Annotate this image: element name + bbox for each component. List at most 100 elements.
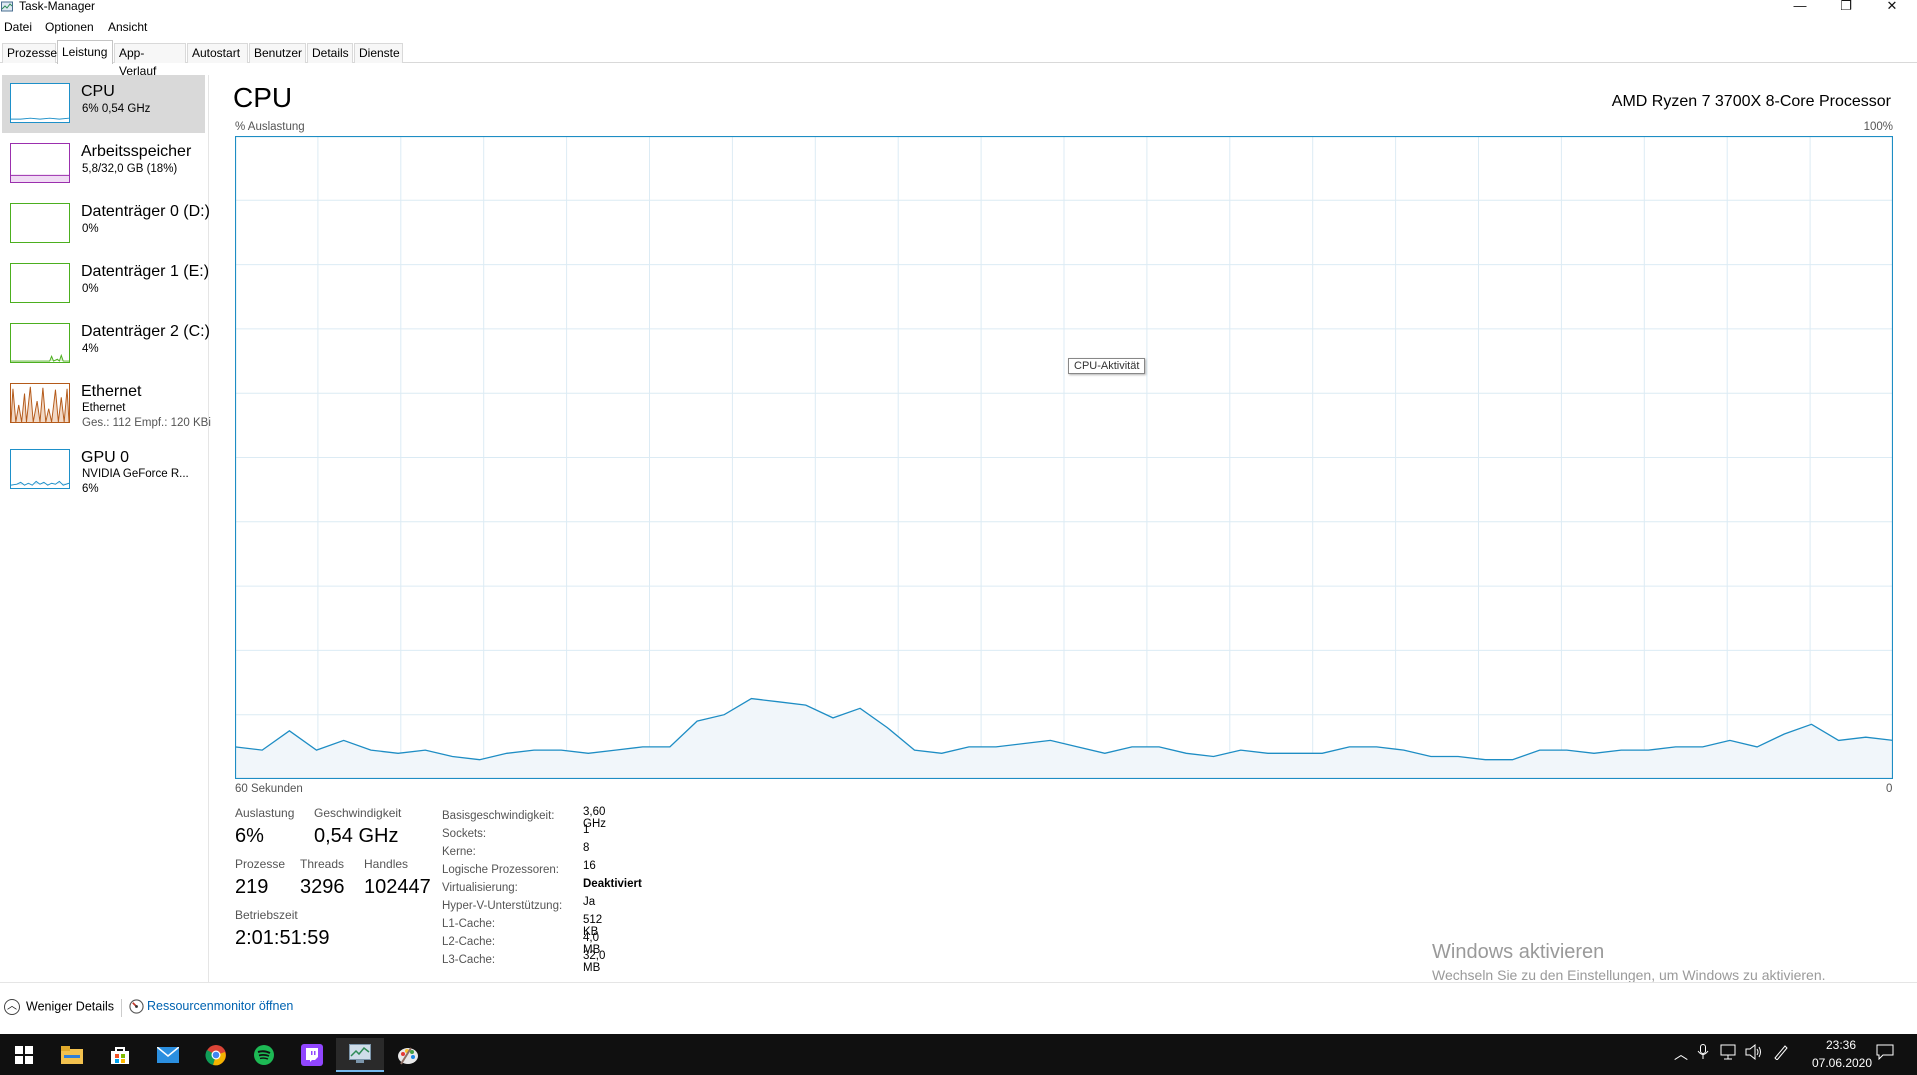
tab-benutzer[interactable]: Benutzer [249, 43, 306, 63]
spec-key: Kerne: [442, 846, 476, 858]
spec-row: Hyper-V-Unterstützung: Ja [442, 896, 595, 914]
spec-row: Virtualisierung: Deaktiviert [442, 878, 642, 896]
sidebar-item-title: Datenträger 2 (C:) [81, 323, 210, 340]
spec-row: Logische Prozessoren: 16 [442, 860, 596, 878]
tab-dienste[interactable]: Dienste [354, 43, 403, 63]
resource-sidebar: CPU 6% 0,54 GHz Arbeitsspeicher 5,8/32,0… [0, 75, 211, 982]
sidebar-item-detail: Ethernet [82, 402, 126, 414]
activation-watermark-subtitle: Wechseln Sie zu den Einstellungen, um Wi… [1432, 967, 1826, 983]
volume-icon[interactable] [1745, 1043, 1763, 1063]
y-axis-max-label: 100% [1863, 121, 1893, 133]
processor-name: AMD Ryzen 7 3700X 8-Core Processor [1611, 93, 1891, 110]
prozesse-label: Prozesse [235, 857, 286, 871]
file-explorer-icon[interactable] [48, 1038, 96, 1072]
y-axis-label: % Auslastung [235, 121, 305, 133]
spec-value: Deaktiviert [583, 878, 642, 890]
menu-ansicht[interactable]: Ansicht [108, 20, 147, 34]
sidebar-item-datentraeger-0[interactable]: Datenträger 0 (D:) 0% [2, 195, 210, 253]
sidebar-item-title: Datenträger 1 (E:) [81, 263, 210, 280]
menu-datei[interactable]: Datei [4, 20, 32, 34]
geschwindigkeit-value: 0,54 GHz [314, 825, 399, 847]
auslastung-label: Auslastung [235, 806, 295, 820]
spec-key: L2-Cache: [442, 936, 496, 948]
tab-details[interactable]: Details [307, 43, 353, 63]
task-manager-app-icon [1, 0, 13, 12]
spec-row: L3-Cache: 32,0 MB [442, 950, 605, 974]
sidebar-item-title: CPU [81, 83, 115, 100]
sidebar-item-ethernet[interactable]: Ethernet Ethernet Ges.: 112 Empf.: 120 K… [2, 375, 211, 441]
tab-prozesse[interactable]: Prozesse [2, 43, 57, 63]
cpu-usage-graph [235, 136, 1893, 779]
sidebar-item-detail: NVIDIA GeForce R... [82, 468, 189, 480]
menu-optionen[interactable]: Optionen [45, 20, 94, 34]
network-icon[interactable] [1720, 1044, 1738, 1063]
action-center-icon[interactable] [1876, 1044, 1894, 1063]
resource-monitor-icon [129, 999, 144, 1014]
spec-key: Logische Prozessoren: [442, 864, 559, 876]
fewer-details-button[interactable]: ︿ Weniger Details [4, 999, 114, 1015]
spec-row: L1-Cache: 512 KB [442, 914, 602, 938]
show-hidden-icons-chevron-icon[interactable]: ︿ [1674, 1044, 1688, 1064]
sidebar-item-arbeitsspeicher[interactable]: Arbeitsspeicher 5,8/32,0 GB (18%) [2, 135, 205, 193]
spec-value: 16 [583, 860, 596, 872]
betriebszeit-label: Betriebszeit [235, 908, 298, 922]
sidebar-item-title: Ethernet [81, 383, 142, 400]
microsoft-store-icon[interactable] [96, 1038, 144, 1072]
task-manager-icon[interactable] [336, 1038, 384, 1072]
taskbar-clock-date[interactable]: 07.06.2020 [1802, 1056, 1882, 1070]
resource-monitor-label: Ressourcenmonitor öffnen [147, 999, 294, 1013]
sidebar-item-throughput: Ges.: 112 Empf.: 120 KBi [82, 417, 211, 429]
sidebar-item-detail: 6% 0,54 GHz [82, 103, 151, 115]
tab-app-verlauf[interactable]: App-Verlauf [114, 43, 186, 78]
twitch-icon[interactable] [288, 1038, 336, 1072]
disk-2-thumbnail-graph [10, 323, 70, 363]
sidebar-item-datentraeger-2[interactable]: Datenträger 2 (C:) 4% [2, 315, 210, 373]
spec-key: Basisgeschwindigkeit: [442, 810, 555, 822]
footer-divider [0, 982, 1917, 983]
x-axis-min-label: 0 [1886, 783, 1893, 795]
sidebar-item-gpu-0[interactable]: GPU 0 NVIDIA GeForce R... 6% [2, 441, 205, 499]
spec-row: L2-Cache: 4,0 MB [442, 932, 600, 956]
paint-icon[interactable] [384, 1038, 432, 1072]
sidebar-item-detail: 0% [82, 223, 99, 235]
microphone-icon[interactable] [1697, 1044, 1709, 1063]
threads-value: 3296 [300, 876, 345, 898]
ethernet-thumbnail-graph [10, 383, 70, 423]
spotify-icon[interactable] [240, 1038, 288, 1072]
fewer-details-label: Weniger Details [26, 999, 115, 1014]
handles-value: 102447 [364, 876, 431, 898]
mail-icon[interactable] [144, 1038, 192, 1072]
betriebszeit-value: 2:01:51:59 [235, 927, 330, 949]
resource-monitor-link[interactable]: Ressourcenmonitor öffnen [129, 999, 293, 1014]
spec-key: Sockets: [442, 828, 487, 840]
tab-leistung[interactable]: Leistung [57, 40, 113, 64]
tab-autostart[interactable]: Autostart [187, 43, 248, 63]
cpu-specs-table: Basisgeschwindigkeit: 3,60 GHz Sockets: 1 … [442, 806, 642, 974]
minimize-button[interactable]: — [1778, 0, 1822, 14]
sidebar-item-cpu[interactable]: CPU 6% 0,54 GHz [2, 75, 205, 133]
spec-key: L1-Cache: [442, 918, 496, 930]
close-button[interactable]: ✕ [1870, 0, 1914, 14]
restore-button[interactable]: ❐ [1824, 0, 1868, 14]
handles-label: Handles [364, 857, 409, 871]
spec-key: Virtualisierung: [442, 882, 518, 894]
disk-0-thumbnail-graph [10, 203, 70, 243]
pen-workspace-icon[interactable] [1773, 1044, 1789, 1063]
spec-value: 1 [583, 824, 590, 836]
cpu-activity-tooltip: CPU-Aktivität [1068, 358, 1146, 374]
gpu-thumbnail-graph [10, 449, 70, 489]
sidebar-item-datentraeger-1[interactable]: Datenträger 1 (E:) 0% [2, 255, 209, 313]
windows-start-icon[interactable] [0, 1038, 48, 1072]
graph-grid [235, 136, 1893, 779]
memory-thumbnail-graph [10, 143, 70, 183]
title-bar[interactable] [0, 0, 1917, 14]
footer-separator [121, 999, 122, 1017]
page-title: CPU [233, 82, 293, 113]
window-title: Task-Manager [19, 0, 96, 13]
x-axis-label: 60 Sekunden [235, 783, 303, 795]
sidebar-item-detail: 4% [82, 343, 99, 355]
chevron-up-icon: ︿ [4, 999, 20, 1015]
chrome-icon[interactable] [192, 1038, 240, 1072]
taskbar-clock-time[interactable]: 23:36 [1816, 1038, 1866, 1052]
sidebar-item-detail: 5,8/32,0 GB (18%) [82, 163, 178, 175]
